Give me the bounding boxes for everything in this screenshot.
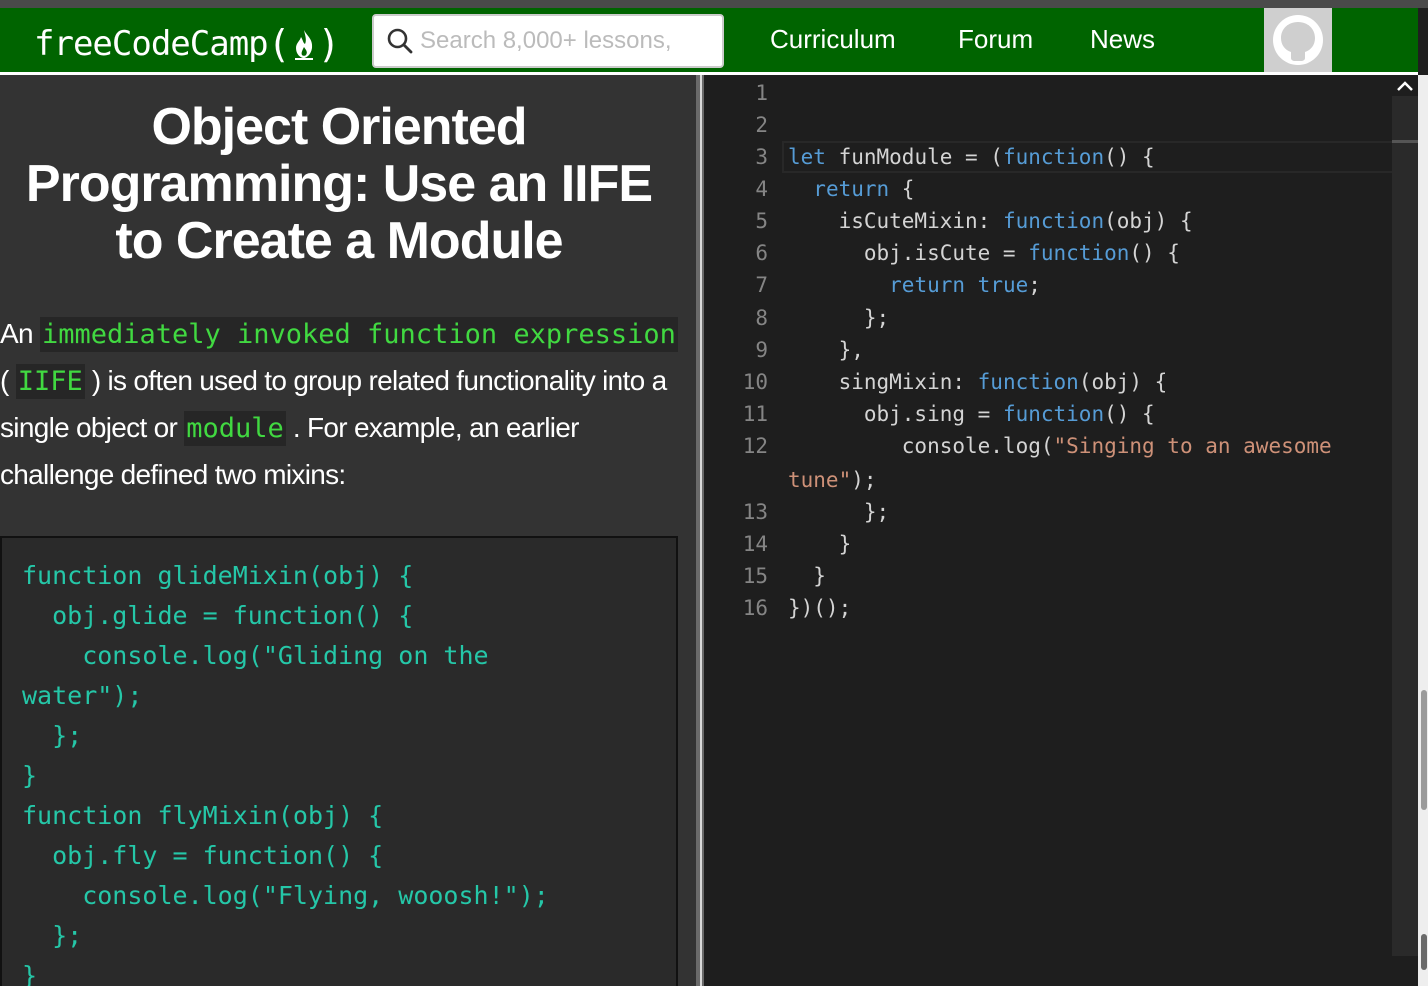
line-code: }, [788, 338, 864, 362]
line-code: obj.sing = function() { [788, 402, 1155, 426]
editor-scrollbar[interactable] [1392, 96, 1418, 956]
line-number: 10 [742, 370, 768, 394]
line-code: return true; [889, 273, 1041, 297]
nav-news[interactable]: News [1090, 24, 1155, 55]
editor-line[interactable]: 15 } [704, 560, 1394, 592]
line-number: 12 [742, 434, 768, 458]
lesson-pane: Object Oriented Programming: Use an IIFE… [0, 75, 696, 986]
lesson-description: An immediately invoked function expressi… [0, 311, 680, 498]
code-term-iife: IIFE [15, 364, 85, 399]
line-number: 15 [742, 564, 768, 588]
editor-line[interactable]: 7 return true; [704, 269, 1394, 301]
example-code-block: function glideMixin(obj) { obj.glide = f… [0, 536, 678, 986]
github-avatar-button[interactable] [1264, 8, 1332, 72]
nav-forum[interactable]: Forum [958, 24, 1033, 55]
editor-line[interactable]: 5 isCuteMixin: function(obj) { [704, 205, 1394, 237]
github-icon [1273, 15, 1323, 65]
line-number: 1 [755, 81, 768, 105]
line-code: }; [788, 500, 890, 524]
line-number: 8 [755, 306, 768, 330]
search-input[interactable] [420, 27, 710, 55]
line-number: 11 [742, 402, 768, 426]
line-number: 13 [742, 500, 768, 524]
line-number: 3 [755, 145, 768, 169]
search-box[interactable] [372, 14, 724, 68]
code-editor[interactable]: 1 2 3 let funModule = (function() {4 return… [704, 75, 1418, 986]
window-top-strip [0, 0, 1428, 8]
editor-line[interactable]: 4 return { [704, 173, 1394, 205]
logo-paren-open: ( [267, 22, 291, 66]
editor-line[interactable]: 10 singMixin: function(obj) { [704, 366, 1394, 398]
page-scrollbar[interactable] [1418, 75, 1428, 986]
line-number: 9 [755, 338, 768, 362]
line-number: 16 [742, 596, 768, 620]
editor-line[interactable]: 1 [704, 77, 1394, 109]
freecodecamp-logo[interactable]: freeCodeCamp ( ) [34, 22, 341, 66]
pane-divider-line [700, 75, 702, 986]
editor-scrollbar-marker [1392, 140, 1418, 143]
editor-line[interactable]: 3 let funModule = (function() { [704, 141, 1394, 173]
page-scrollbar-thumb-lower[interactable] [1421, 934, 1427, 970]
editor-line[interactable]: 8 }; [704, 302, 1394, 334]
line-code: tune"); [788, 468, 877, 492]
nav-curriculum[interactable]: Curriculum [770, 24, 896, 55]
line-code: } [788, 564, 826, 588]
example-code: function glideMixin(obj) { obj.glide = f… [22, 561, 549, 986]
editor-line[interactable]: 16 })(); [704, 592, 1394, 624]
editor-line[interactable]: 13 }; [704, 496, 1394, 528]
desc-text-2: ( [0, 365, 16, 396]
line-code: let funModule = (function() { [788, 145, 1155, 169]
editor-line[interactable]: tune"); [704, 464, 1394, 496]
lesson-title: Object Oriented Programming: Use an IIFE… [25, 98, 653, 270]
editor-line[interactable]: 9 }, [704, 334, 1394, 366]
line-code: } [788, 532, 852, 556]
line-code: console.log("Singing to an awesome [788, 434, 1332, 458]
line-number: 2 [755, 113, 768, 137]
flame-icon [294, 30, 313, 60]
line-code: }; [788, 306, 890, 330]
code-term-iife-full: immediately invoked function expression [39, 317, 678, 352]
editor-scroll-up[interactable] [1392, 75, 1418, 97]
editor-line[interactable]: 12 console.log("Singing to an awesome [704, 430, 1394, 462]
editor-line[interactable]: 14 } [704, 528, 1394, 560]
line-number: 4 [755, 177, 768, 201]
editor-line[interactable]: 6 obj.isCute = function() { [704, 237, 1394, 269]
editor-line[interactable]: 2 [704, 109, 1394, 141]
line-code: singMixin: function(obj) { [788, 370, 1168, 394]
editor-line[interactable]: 11 obj.sing = function() { [704, 398, 1394, 430]
code-term-module: module [184, 411, 286, 446]
logo-text: freeCodeCamp [34, 24, 269, 64]
search-icon [387, 28, 413, 54]
line-number: 14 [742, 532, 768, 556]
line-code: isCuteMixin: function(obj) { [788, 209, 1193, 233]
page-scrollbar-thumb[interactable] [1421, 690, 1427, 810]
chevron-up-icon [1397, 81, 1413, 91]
line-number: 5 [755, 209, 768, 233]
line-number: 7 [755, 273, 768, 297]
desc-text-1: An [0, 318, 40, 349]
logo-paren-close: ) [317, 22, 341, 66]
line-code: })(); [788, 596, 852, 620]
line-code: obj.isCute = function() { [788, 241, 1180, 265]
line-code: return { [813, 177, 915, 201]
line-number: 6 [755, 241, 768, 265]
